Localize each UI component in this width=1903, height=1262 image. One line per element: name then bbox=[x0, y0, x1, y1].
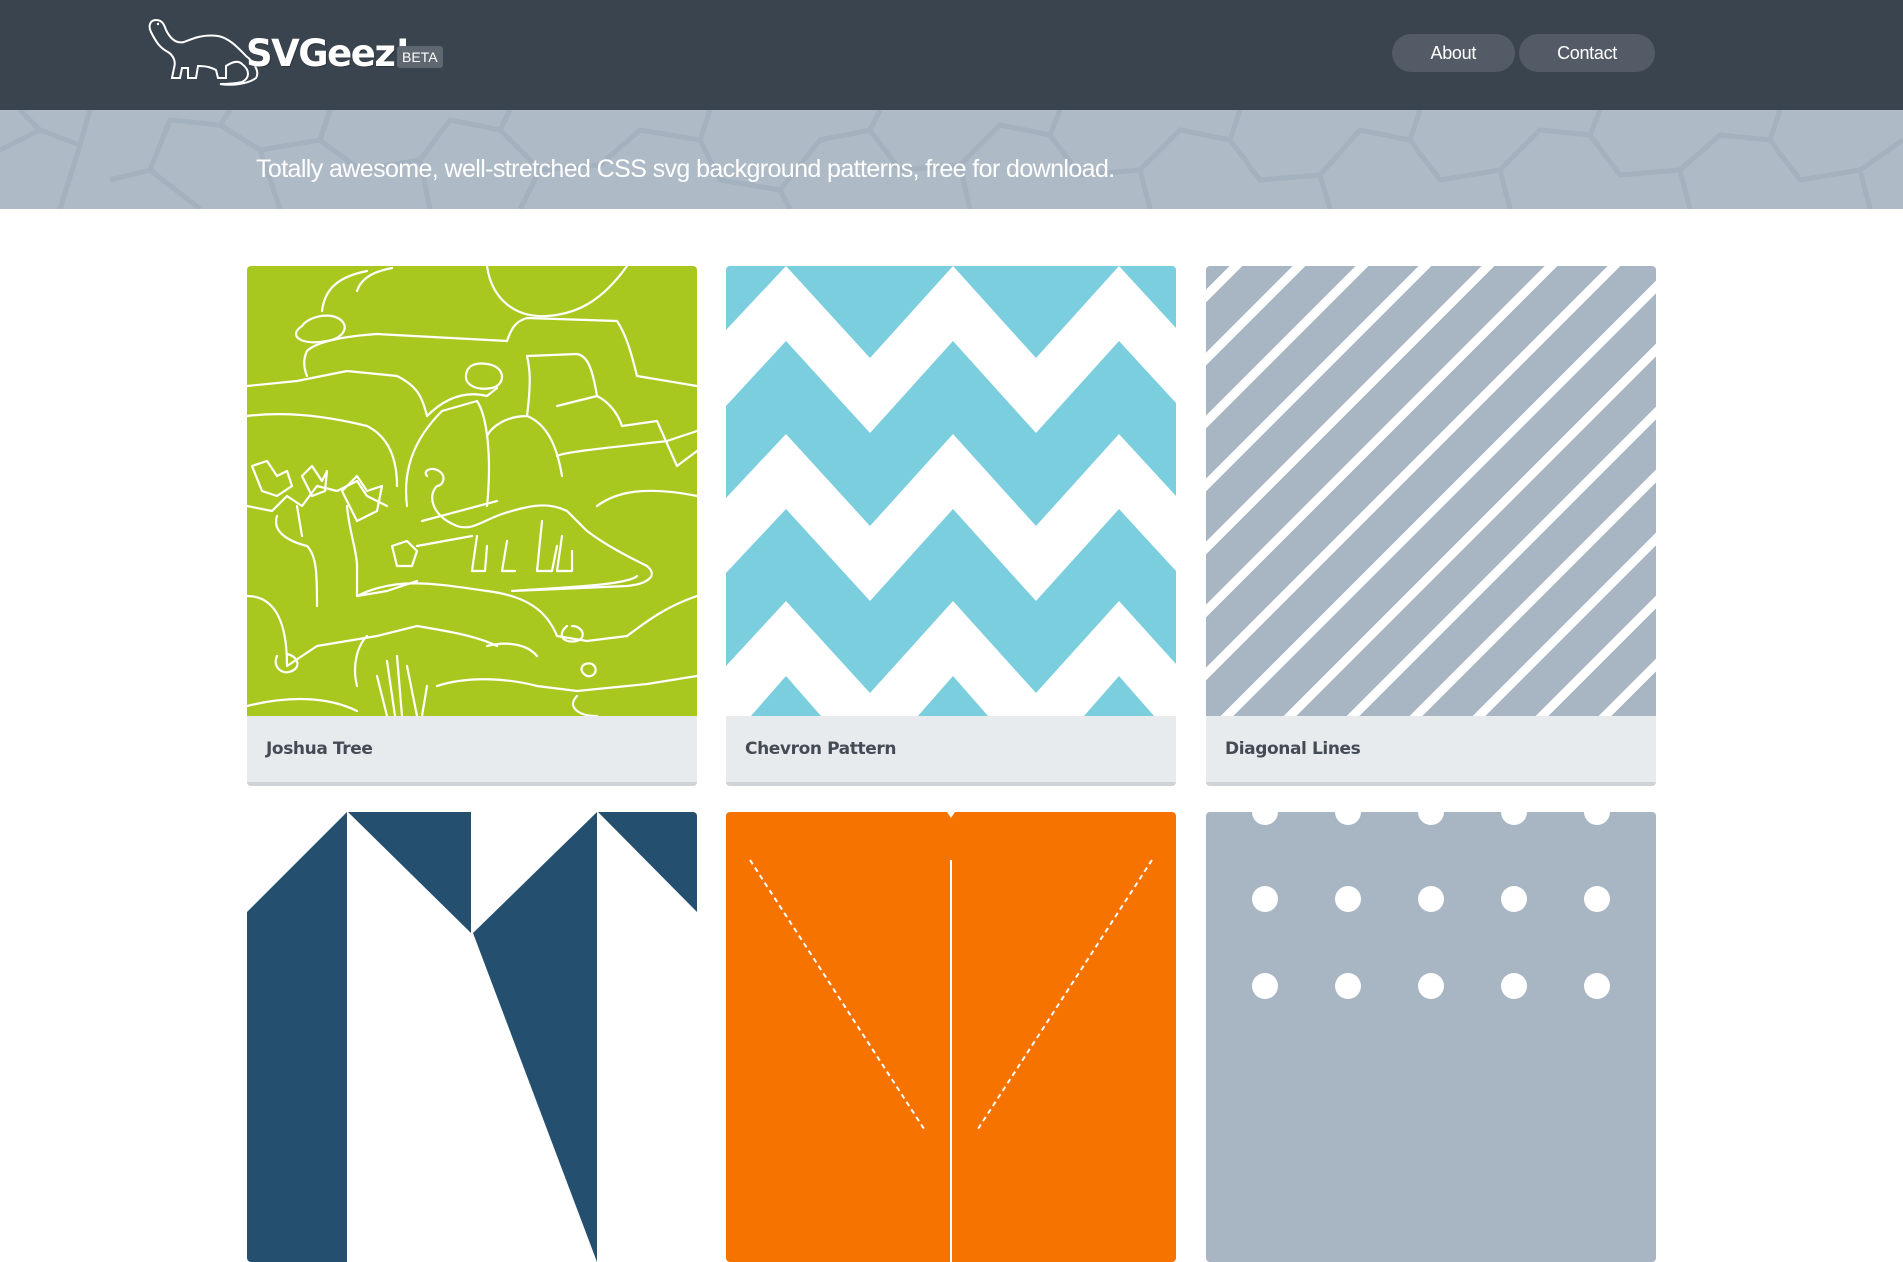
dashed-rays-pattern-preview[interactable] bbox=[726, 812, 1176, 1262]
card-title[interactable]: Chevron Pattern bbox=[745, 739, 896, 759]
card-title[interactable]: Joshua Tree bbox=[266, 739, 373, 759]
main-nav: About Contact bbox=[1391, 34, 1655, 72]
polka-dots-pattern-preview[interactable] bbox=[1206, 812, 1656, 1262]
pattern-card-diagonal-lines[interactable]: Diagonal Lines bbox=[1206, 266, 1656, 786]
card-caption: Joshua Tree bbox=[247, 716, 697, 786]
nav-about-button[interactable]: About bbox=[1391, 34, 1516, 72]
pattern-card-joshua-tree[interactable]: Joshua Tree bbox=[247, 266, 697, 786]
beta-badge: BETA bbox=[397, 46, 443, 68]
triangles-pattern-preview[interactable] bbox=[247, 812, 697, 1262]
hero-tagline: Totally awesome, well-stretched CSS svg … bbox=[256, 155, 1115, 183]
chevron-pattern-preview[interactable] bbox=[726, 266, 1176, 716]
card-caption: Diagonal Lines bbox=[1206, 716, 1656, 786]
joshua-tree-pattern-preview[interactable] bbox=[247, 266, 697, 716]
logo-wordmark: SVGeez! bbox=[246, 32, 411, 75]
card-title[interactable]: Diagonal Lines bbox=[1225, 739, 1361, 759]
pattern-card-dashed-rays[interactable] bbox=[726, 812, 1176, 1262]
pattern-card-triangles[interactable] bbox=[247, 812, 697, 1262]
top-navigation-bar: SVGeez! BETA About Contact bbox=[0, 0, 1903, 110]
diagonal-lines-pattern-preview[interactable] bbox=[1206, 266, 1656, 716]
home-logo-link[interactable]: SVGeez! BETA bbox=[146, 12, 446, 88]
pattern-card-polka-dots[interactable] bbox=[1206, 812, 1656, 1262]
pattern-card-chevron[interactable]: Chevron Pattern bbox=[726, 266, 1176, 786]
hero-banner: Totally awesome, well-stretched CSS svg … bbox=[0, 110, 1903, 209]
nav-contact-button[interactable]: Contact bbox=[1519, 34, 1655, 72]
card-caption: Chevron Pattern bbox=[726, 716, 1176, 786]
